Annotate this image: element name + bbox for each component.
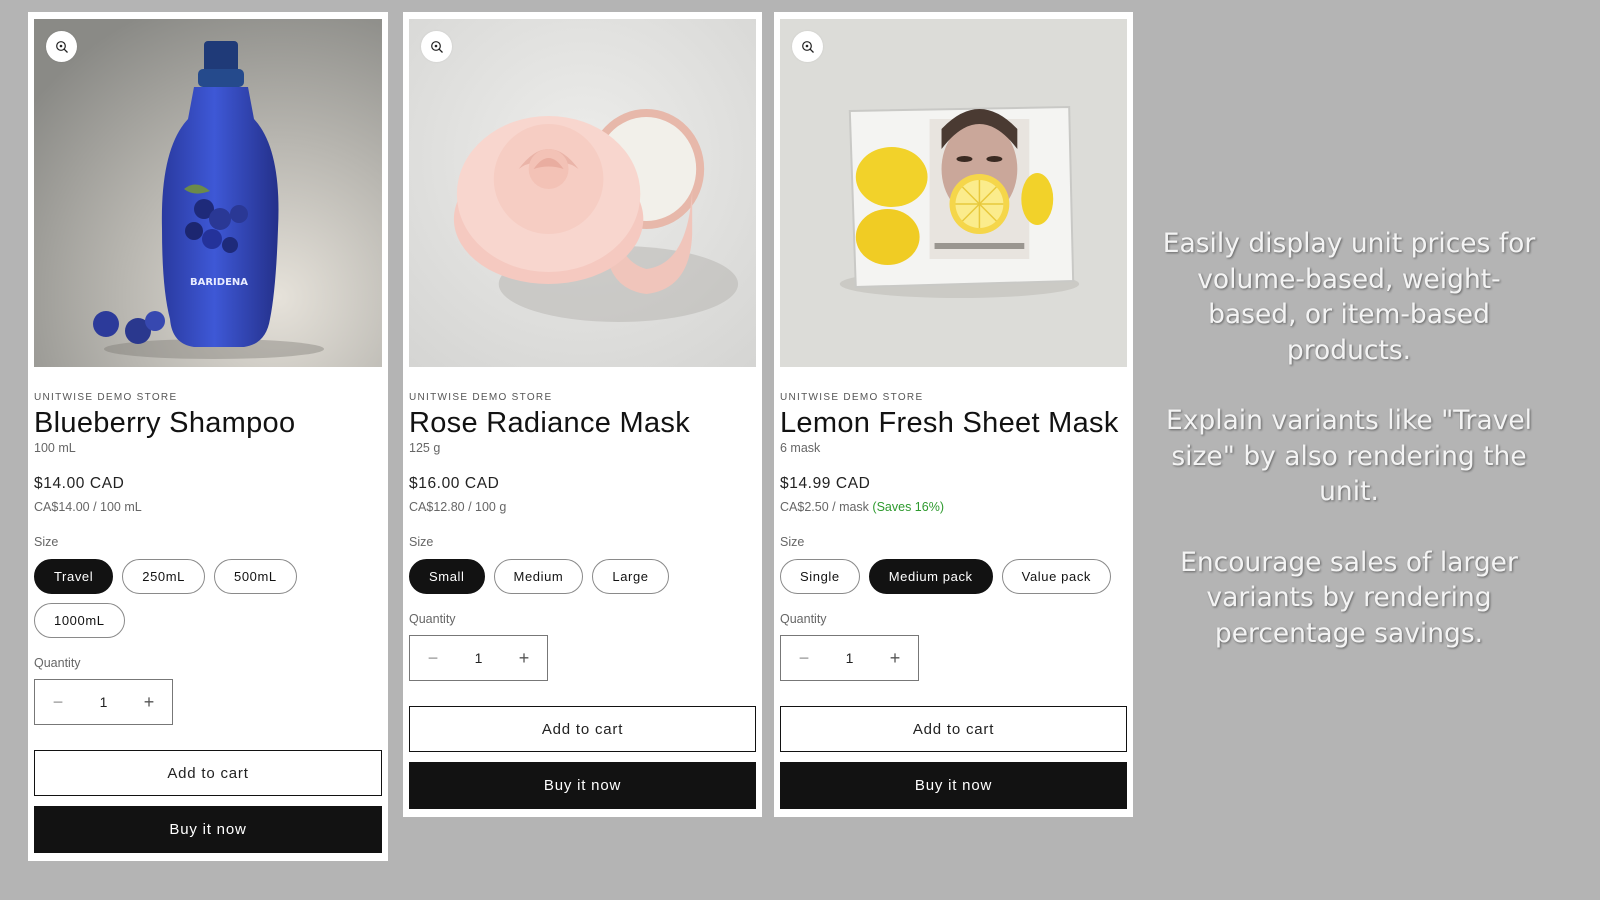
unit-price: CA$14.00 / 100 mL	[34, 500, 382, 514]
price: $16.00 CAD	[409, 475, 500, 493]
unit-size: 6 mask	[780, 441, 821, 456]
unit-size: 125 g	[409, 441, 441, 456]
quantity-label: Quantity	[780, 612, 827, 627]
vendor: UNITWISE DEMO STORE	[780, 392, 924, 403]
add-to-cart-button[interactable]: Add to cart	[409, 706, 756, 753]
quantity-stepper: − 1 +	[409, 635, 548, 682]
option-label: Size	[34, 535, 59, 550]
product-image[interactable]	[780, 19, 1127, 367]
size-option[interactable]: Large	[592, 559, 669, 595]
vendor: UNITWISE DEMO STORE	[34, 392, 178, 403]
size-options: Single Medium pack Value pack	[780, 559, 1127, 595]
option-label: Size	[409, 535, 434, 550]
plus-icon[interactable]: +	[126, 680, 172, 724]
zoom-button[interactable]	[421, 31, 452, 62]
price: $14.99 CAD	[780, 475, 871, 493]
unit-price-value: CA$14.00 / 100 mL	[34, 500, 142, 515]
bottle-label: BARIDENA	[190, 277, 248, 288]
quantity-stepper: − 1 +	[780, 635, 919, 682]
savings-badge: (Saves 16%)	[872, 500, 944, 515]
unit-price-value: CA$12.80 / 100 g	[409, 500, 507, 515]
minus-icon[interactable]: −	[781, 636, 827, 680]
quantity-stepper: − 1 +	[34, 679, 173, 726]
size-option[interactable]: Travel	[34, 559, 114, 595]
size-option[interactable]: 1000mL	[34, 603, 125, 639]
zoom-in-icon	[801, 40, 814, 53]
marketing-text-unit-prices: Easily display unit prices for volume-ba…	[1162, 228, 1536, 366]
size-option[interactable]: Small	[409, 559, 485, 595]
quantity-input[interactable]: 1	[827, 650, 872, 666]
product-title: Rose Radiance Mask	[409, 407, 691, 439]
size-option[interactable]: Single	[780, 559, 860, 595]
product-card-blueberry-shampoo: BARIDENA UNITWISE DEMO STORE Blueberry S…	[28, 12, 388, 862]
add-to-cart-button[interactable]: Add to cart	[780, 706, 1127, 753]
product-title: Blueberry Shampoo	[34, 407, 296, 439]
size-option[interactable]: Medium pack	[868, 559, 993, 595]
blueberry-shampoo-image: BARIDENA	[34, 19, 382, 367]
size-option[interactable]: 500mL	[214, 559, 297, 595]
product-title: Lemon Fresh Sheet Mask	[780, 407, 1119, 439]
buy-now-button[interactable]: Buy it now	[409, 762, 756, 810]
product-image[interactable]	[409, 19, 756, 367]
marketing-text-savings: Encourage sales of larger variants by re…	[1180, 546, 1518, 649]
quantity-label: Quantity	[34, 656, 81, 671]
size-option[interactable]: 250mL	[122, 559, 205, 595]
zoom-in-icon	[430, 40, 443, 53]
unit-price: CA$12.80 / 100 g	[409, 500, 756, 514]
product-image[interactable]: BARIDENA	[34, 19, 382, 367]
marketing-copy: Easily display unit prices for volume-ba…	[1160, 226, 1538, 686]
product-card-lemon-fresh-sheet-mask: UNITWISE DEMO STORE Lemon Fresh Sheet Ma…	[774, 12, 1133, 818]
plus-icon[interactable]: +	[501, 636, 547, 680]
quantity-label: Quantity	[409, 612, 456, 627]
add-to-cart-button[interactable]: Add to cart	[34, 750, 382, 797]
unit-price: CA$2.50 / mask (Saves 16%)	[780, 500, 1127, 514]
size-option[interactable]: Medium	[493, 559, 584, 595]
minus-icon[interactable]: −	[410, 636, 456, 680]
product-card-rose-radiance-mask: UNITWISE DEMO STORE Rose Radiance Mask 1…	[403, 12, 762, 818]
option-label: Size	[780, 535, 805, 550]
zoom-in-icon	[55, 40, 68, 53]
marketing-text-variants: Explain variants like "Travel size" by a…	[1165, 405, 1533, 507]
size-options: Travel 250mL 500mL 1000mL	[34, 559, 382, 639]
price: $14.00 CAD	[34, 475, 125, 493]
vendor: UNITWISE DEMO STORE	[409, 392, 553, 403]
rose-cream-jar-image	[409, 19, 756, 367]
size-options: Small Medium Large	[409, 559, 756, 595]
lemon-sheet-mask-image	[780, 19, 1127, 367]
size-option[interactable]: Value pack	[1001, 559, 1112, 595]
quantity-input[interactable]: 1	[81, 694, 126, 710]
buy-now-button[interactable]: Buy it now	[34, 806, 382, 854]
plus-icon[interactable]: +	[872, 636, 918, 680]
buy-now-button[interactable]: Buy it now	[780, 762, 1127, 810]
unit-size: 100 mL	[34, 441, 76, 456]
zoom-button[interactable]	[46, 31, 77, 62]
quantity-input[interactable]: 1	[456, 650, 501, 666]
zoom-button[interactable]	[792, 31, 823, 62]
minus-icon[interactable]: −	[35, 680, 81, 724]
unit-price-value: CA$2.50 / mask	[780, 500, 869, 515]
